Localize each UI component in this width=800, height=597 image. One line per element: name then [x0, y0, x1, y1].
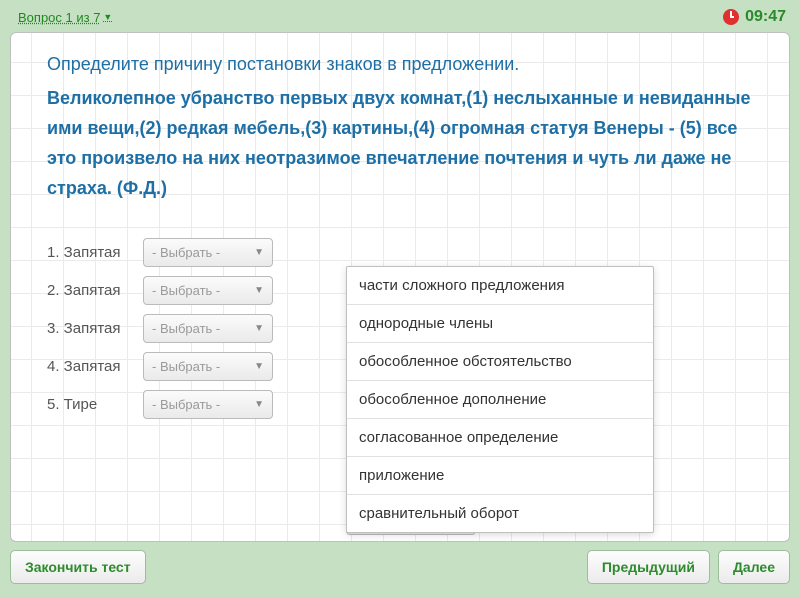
dropdown-option[interactable]: однородные члены — [347, 305, 653, 343]
select-button[interactable]: - Выбрать - ▼ — [143, 314, 273, 343]
select-placeholder: - Выбрать - — [152, 359, 220, 374]
answer-label: 1. Запятая — [47, 244, 137, 261]
select-button[interactable]: - Выбрать - ▼ — [143, 238, 273, 267]
dropdown-option[interactable]: сравнительный оборот — [347, 495, 653, 532]
answer-label: 2. Запятая — [47, 282, 137, 299]
chevron-down-icon: ▼ — [254, 323, 264, 334]
dropdown-option[interactable]: приложение — [347, 457, 653, 495]
prev-button[interactable]: Предыдущий — [587, 550, 710, 584]
chevron-down-icon: ▼ — [254, 399, 264, 410]
select-placeholder: - Выбрать - — [152, 321, 220, 336]
finish-label: Закончить тест — [25, 559, 131, 575]
answer-label: 5. Тире — [47, 396, 137, 413]
select-button[interactable]: - Выбрать - ▼ — [143, 390, 273, 419]
select-placeholder: - Выбрать - — [152, 397, 220, 412]
select-button[interactable]: - Выбрать - ▼ — [143, 352, 273, 381]
bottombar: Закончить тест Предыдущий Далее — [8, 550, 792, 584]
chevron-down-icon: ▼ — [103, 12, 112, 22]
instruction-text: Определите причину постановки знаков в п… — [47, 49, 765, 79]
timer: 09:47 — [723, 8, 786, 26]
dropdown-option[interactable]: обособленное обстоятельство — [347, 343, 653, 381]
select-button[interactable]: - Выбрать - ▼ — [143, 276, 273, 305]
question-nav-dropdown[interactable]: Вопрос 1 из 7 ▼ — [18, 10, 112, 25]
answer-label: 4. Запятая — [47, 358, 137, 375]
answer-label: 3. Запятая — [47, 320, 137, 337]
next-button[interactable]: Далее — [718, 550, 790, 584]
finish-test-button[interactable]: Закончить тест — [10, 550, 146, 584]
clock-icon — [723, 9, 739, 25]
dropdown-option[interactable]: согласованное определение — [347, 419, 653, 457]
dropdown-option[interactable]: обособленное дополнение — [347, 381, 653, 419]
chevron-down-icon: ▼ — [254, 285, 264, 296]
topbar: Вопрос 1 из 7 ▼ 09:47 — [8, 6, 792, 32]
dropdown-option[interactable]: части сложного предложения — [347, 267, 653, 305]
sentence-text: Великолепное убранство первых двух комна… — [47, 83, 765, 203]
select-placeholder: - Выбрать - — [152, 245, 220, 260]
select-placeholder: - Выбрать - — [152, 283, 220, 298]
chevron-down-icon: ▼ — [254, 247, 264, 258]
question-card: Определите причину постановки знаков в п… — [10, 32, 790, 542]
chevron-down-icon: ▼ — [254, 361, 264, 372]
next-label: Далее — [733, 559, 775, 575]
dropdown-menu[interactable]: части сложного предложения однородные чл… — [346, 266, 654, 533]
question-nav-label: Вопрос 1 из 7 — [18, 10, 100, 25]
timer-value: 09:47 — [745, 8, 786, 26]
prev-label: Предыдущий — [602, 559, 695, 575]
